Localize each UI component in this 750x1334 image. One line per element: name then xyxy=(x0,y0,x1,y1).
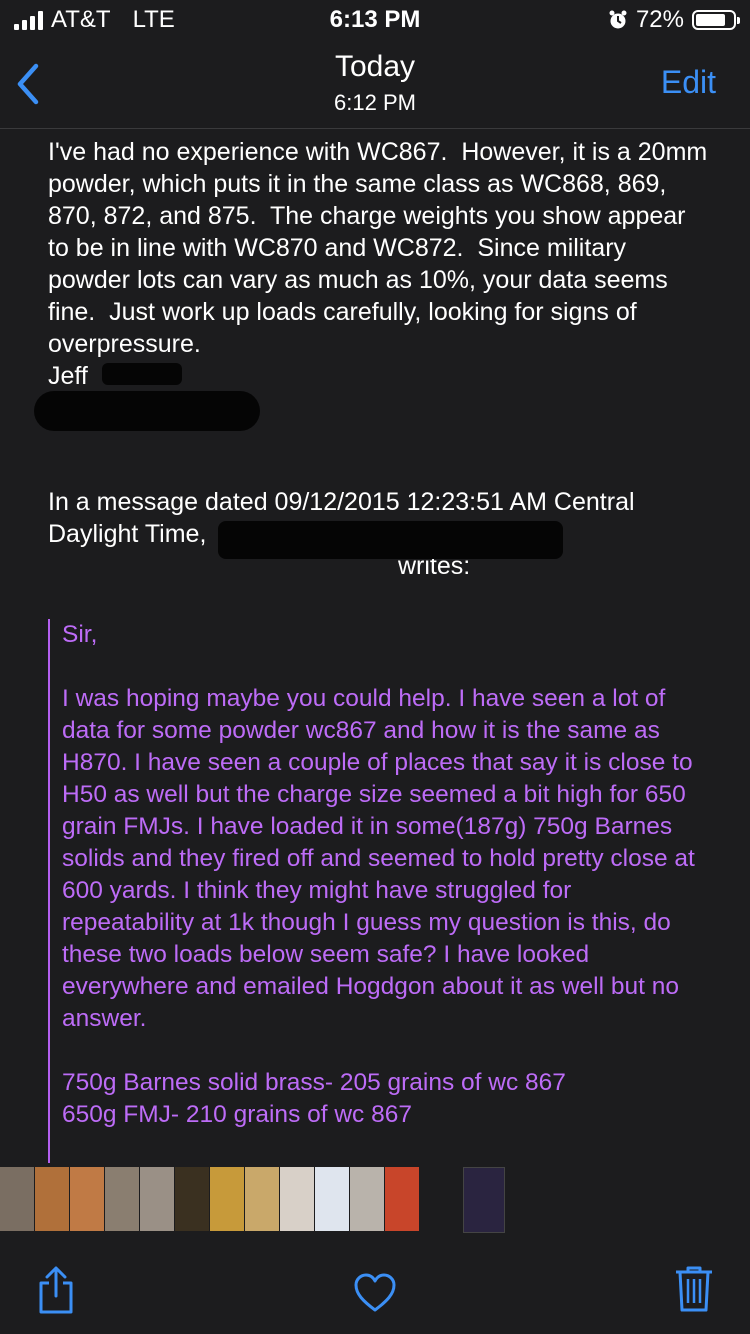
alarm-icon xyxy=(609,10,627,29)
thumbnail[interactable] xyxy=(245,1167,279,1231)
redaction-signature-name xyxy=(102,363,182,385)
quote-greeting: Sir, xyxy=(62,621,98,648)
thumbnail[interactable] xyxy=(0,1167,34,1231)
thumbnail[interactable] xyxy=(315,1167,349,1231)
nav-bar: Today 6:12 PM Edit xyxy=(0,40,750,129)
thumbnail[interactable] xyxy=(385,1167,419,1231)
thumbnail[interactable] xyxy=(210,1167,244,1231)
thumbnail[interactable] xyxy=(420,1167,462,1231)
battery-percent: 72% xyxy=(635,6,684,33)
nav-title: Today xyxy=(334,50,416,83)
status-right: 72% xyxy=(608,6,740,34)
quote-text: Sir, I was hoping maybe you could help. … xyxy=(62,619,702,1131)
quote-block: Sir, I was hoping maybe you could help. … xyxy=(48,619,710,1163)
signature: Jeff xyxy=(48,362,88,390)
photo-content[interactable]: I've had no experience with WC867. Howev… xyxy=(0,129,750,1163)
thumbnail[interactable] xyxy=(350,1167,384,1231)
quote-paragraph: I was hoping maybe you could help. I hav… xyxy=(62,685,702,1032)
thumbnail[interactable] xyxy=(105,1167,139,1231)
trash-icon xyxy=(676,1266,712,1312)
edit-button[interactable]: Edit xyxy=(661,64,716,101)
favorite-button[interactable] xyxy=(353,1273,397,1318)
thumbnail[interactable] xyxy=(140,1167,174,1231)
email-body: I've had no experience with WC867. Howev… xyxy=(48,136,708,392)
bottom-toolbar xyxy=(0,1235,750,1334)
thumbnail[interactable] xyxy=(175,1167,209,1231)
status-bar: AT&T LTE 6:13 PM 72% xyxy=(0,0,750,40)
battery-icon xyxy=(692,10,740,30)
quote-load-1: 750g Barnes solid brass- 205 grains of w… xyxy=(62,1069,566,1096)
thumbnail[interactable] xyxy=(463,1167,505,1233)
delete-button[interactable] xyxy=(674,1265,714,1318)
email-body-text: I've had no experience with WC867. Howev… xyxy=(48,138,715,358)
heart-icon xyxy=(354,1273,396,1312)
share-icon xyxy=(39,1266,73,1314)
thumbnail-strip[interactable] xyxy=(0,1164,750,1234)
share-button[interactable] xyxy=(36,1265,76,1320)
redaction-signature-line xyxy=(34,391,260,431)
thumbnail[interactable] xyxy=(70,1167,104,1231)
redaction-sender xyxy=(218,521,563,559)
nav-subtitle: 6:12 PM xyxy=(334,90,416,115)
thumbnail[interactable] xyxy=(35,1167,69,1231)
thumbnail[interactable] xyxy=(280,1167,314,1231)
quote-load-2: 650g FMJ- 210 grains of wc 867 xyxy=(62,1101,412,1128)
